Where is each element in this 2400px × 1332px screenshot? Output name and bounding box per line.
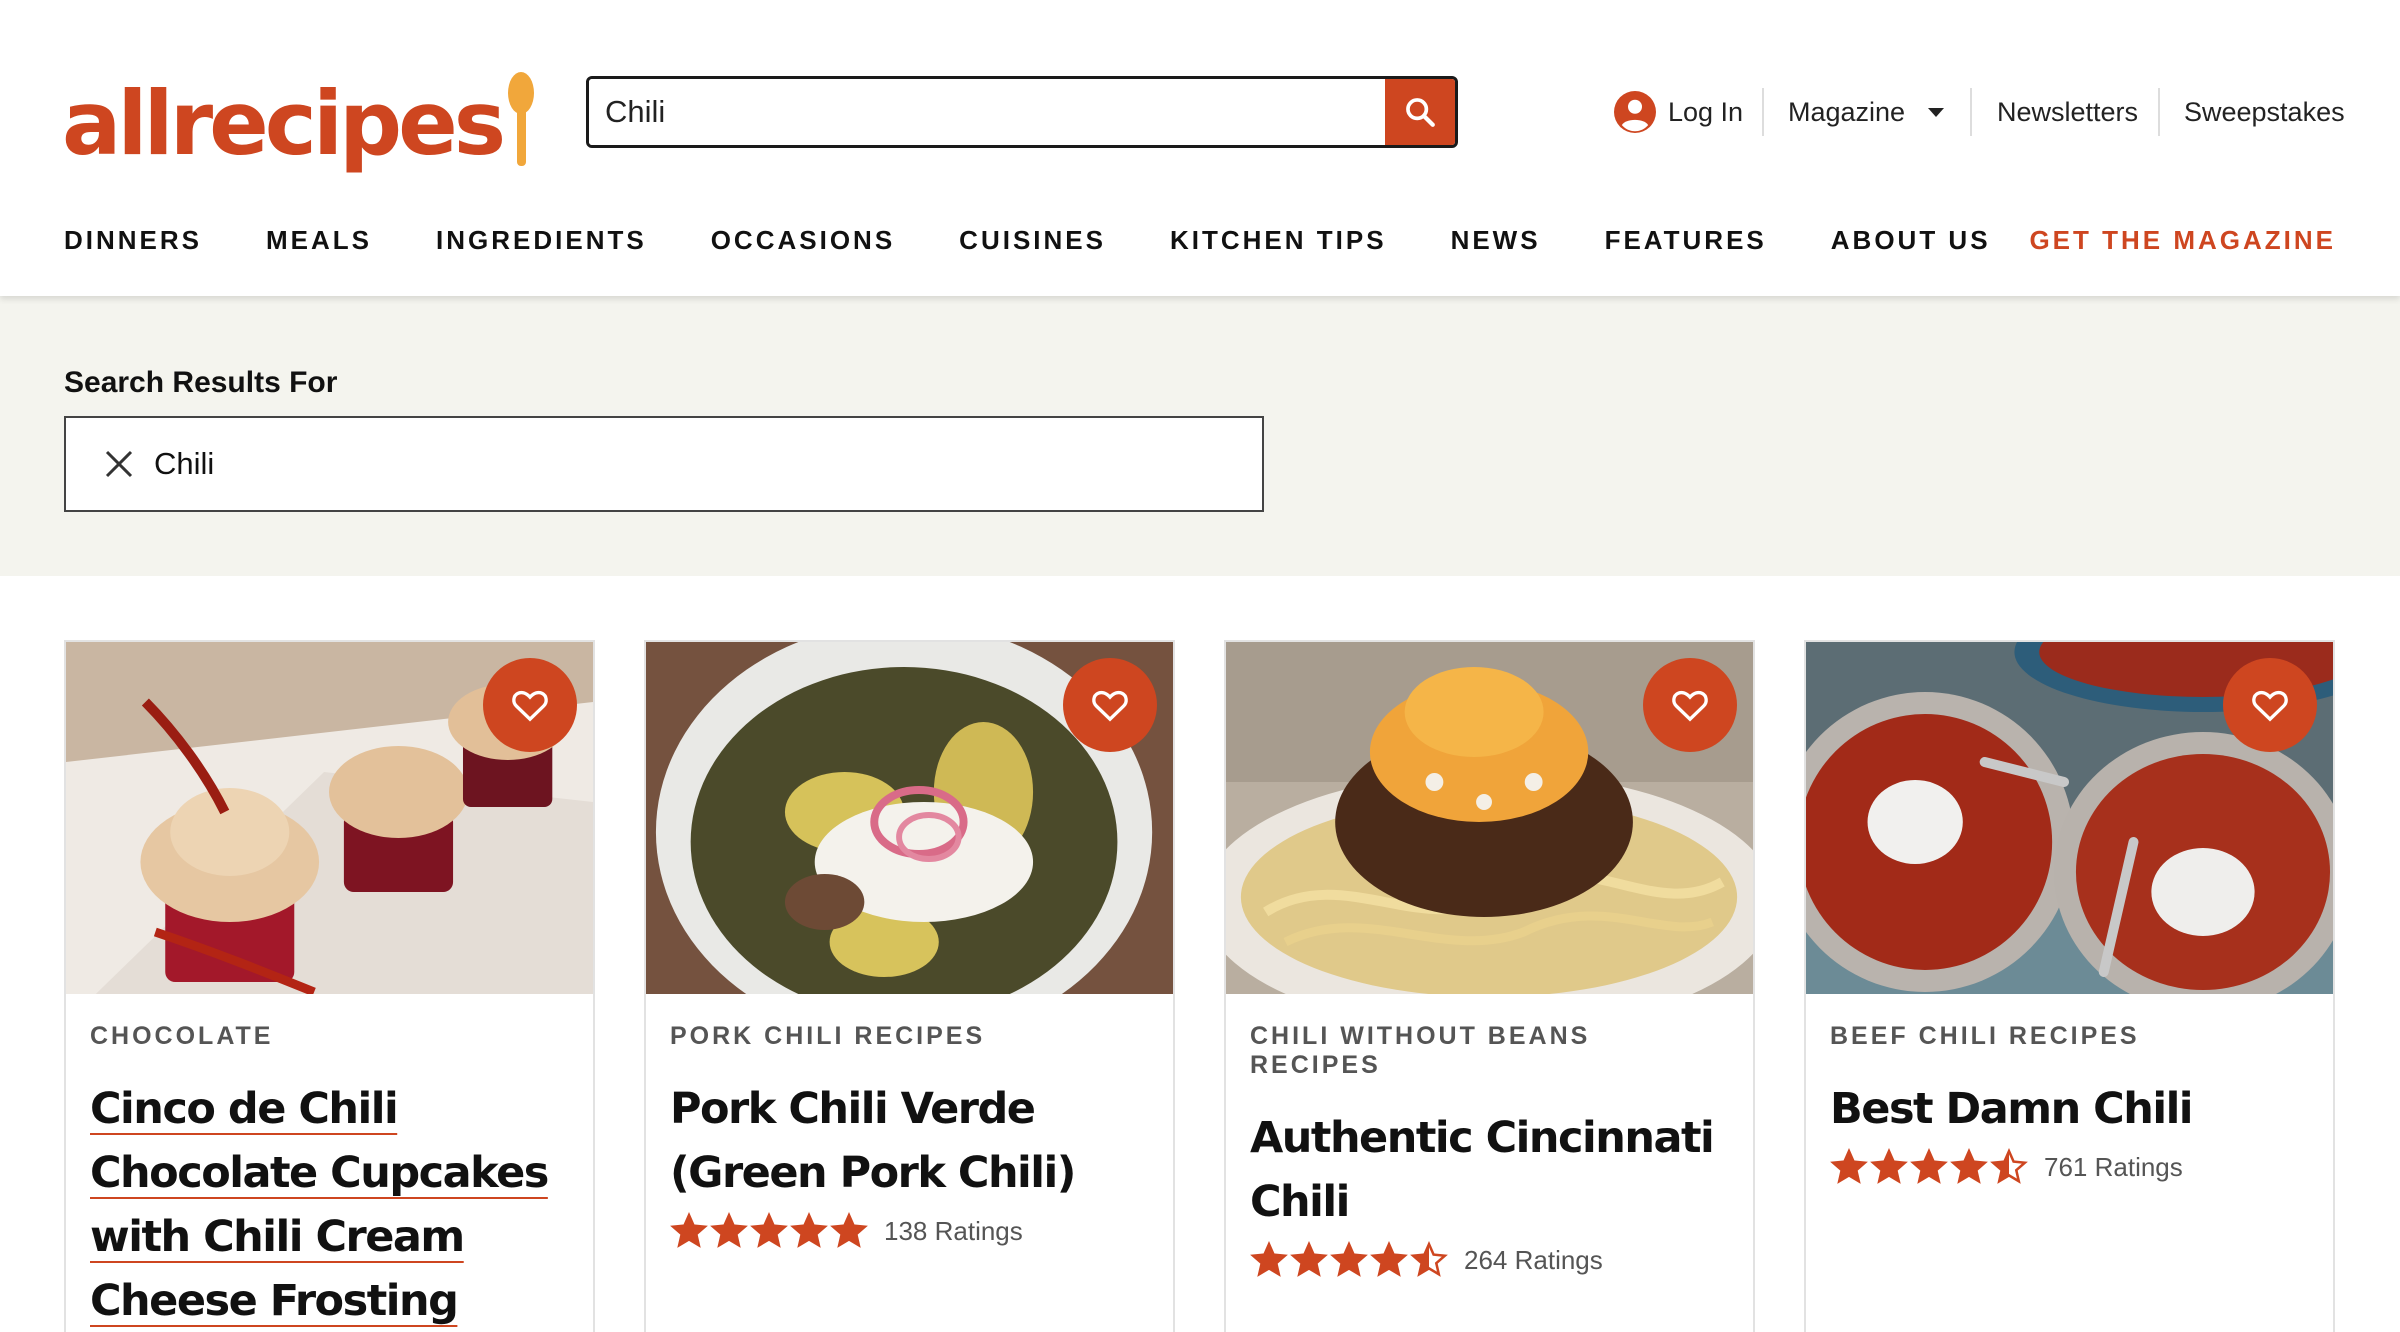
star-rating: 138 Ratings xyxy=(670,1209,1149,1253)
nav-occasions[interactable]: OCCASIONS xyxy=(711,225,895,256)
spoon-icon xyxy=(504,72,538,168)
save-favorite-button[interactable] xyxy=(1643,658,1737,752)
title-line: Pork Chili Verde xyxy=(670,1084,1036,1134)
ratings-count: 138 Ratings xyxy=(884,1215,1023,1246)
recipe-image xyxy=(1226,642,1753,994)
sweepstakes-link[interactable]: Sweepstakes xyxy=(2184,80,2345,144)
save-favorite-button[interactable] xyxy=(483,658,577,752)
ratings-count: 761 Ratings xyxy=(2044,1151,2183,1182)
logo-text: allrecipes xyxy=(62,72,506,175)
star-full-icon xyxy=(1950,1148,1988,1184)
star-full-icon xyxy=(1250,1241,1288,1277)
divider xyxy=(1762,80,1764,144)
save-favorite-button[interactable] xyxy=(2223,658,2317,752)
magazine-label: Magazine xyxy=(1788,96,1906,127)
stars xyxy=(670,1212,870,1250)
star-full-icon xyxy=(1830,1148,1868,1184)
title-line: Cinco de Chili xyxy=(90,1084,399,1134)
caret-down-icon xyxy=(1928,108,1945,117)
search-results-query-field[interactable]: Chili xyxy=(64,416,1264,512)
get-the-magazine-link[interactable]: GET THE MAGAZINE xyxy=(2029,220,2336,260)
nav-about-us[interactable]: ABOUT US xyxy=(1831,225,1991,256)
star-full-icon xyxy=(1870,1148,1908,1184)
recipe-card[interactable]: CHILI WITHOUT BEANS RECIPES Authentic Ci… xyxy=(1224,640,1755,1332)
clear-search-button[interactable] xyxy=(98,443,140,485)
heart-icon xyxy=(1092,690,1128,722)
recipe-category: BEEF CHILI RECIPES xyxy=(1830,1022,2140,1050)
star-full-icon xyxy=(830,1212,868,1248)
newsletters-label: Newsletters xyxy=(1997,96,2139,127)
heart-icon xyxy=(1672,690,1708,722)
stars xyxy=(1250,1241,1450,1279)
sweepstakes-label: Sweepstakes xyxy=(2184,96,2345,127)
recipe-card[interactable]: CHOCOLATE Cinco de Chili Chocolate Cupca… xyxy=(64,640,595,1332)
heart-icon xyxy=(2252,690,2288,722)
ratings-count: 264 Ratings xyxy=(1464,1244,1603,1275)
login-link[interactable]: Log In xyxy=(1614,80,1743,144)
search-query-text: Chili xyxy=(154,446,215,481)
recipe-image xyxy=(1806,642,2333,994)
recipe-image xyxy=(646,642,1173,994)
recipe-category: CHILI WITHOUT BEANS RECIPES xyxy=(1250,1022,1591,1079)
nav-ingredients[interactable]: INGREDIENTS xyxy=(436,225,647,256)
nav-kitchen-tips[interactable]: KITCHEN TIPS xyxy=(1170,225,1387,256)
star-full-icon xyxy=(1330,1241,1368,1277)
title-line: Chocolate Cupcakes xyxy=(90,1148,549,1198)
recipe-category: CHOCOLATE xyxy=(90,1022,274,1050)
magazine-dropdown[interactable]: Magazine xyxy=(1788,80,1945,144)
star-rating: 264 Ratings xyxy=(1250,1238,1729,1282)
title-line: Best Damn Chili xyxy=(1830,1084,2194,1134)
star-rating: 761 Ratings xyxy=(1830,1145,2309,1189)
recipe-card[interactable]: PORK CHILI RECIPES Pork Chili Verde (Gre… xyxy=(644,640,1175,1332)
nav-dinners[interactable]: DINNERS xyxy=(64,225,202,256)
divider xyxy=(1970,80,1972,144)
stars xyxy=(1830,1148,2030,1186)
user-account-icon xyxy=(1614,91,1656,133)
main-nav: DINNERS MEALS INGREDIENTS OCCASIONS CUIS… xyxy=(64,220,2055,260)
header-search-button[interactable] xyxy=(1385,79,1455,145)
star-full-icon xyxy=(750,1212,788,1248)
site-header: allrecipes Log In Magazine Newsletters xyxy=(0,0,2400,296)
star-full-icon xyxy=(1370,1241,1408,1277)
title-line: Chili xyxy=(1250,1177,1350,1227)
close-icon xyxy=(105,450,133,478)
login-label: Log In xyxy=(1668,96,1744,127)
nav-features[interactable]: FEATURES xyxy=(1605,225,1767,256)
save-favorite-button[interactable] xyxy=(1063,658,1157,752)
divider xyxy=(2158,80,2160,144)
star-half-icon xyxy=(1990,1148,2028,1184)
search-icon xyxy=(1406,98,1435,127)
nav-cuisines[interactable]: CUISINES xyxy=(959,225,1106,256)
allrecipes-logo[interactable]: allrecipes xyxy=(62,58,538,168)
star-full-icon xyxy=(710,1212,748,1248)
star-full-icon xyxy=(670,1212,708,1248)
nav-meals[interactable]: MEALS xyxy=(266,225,372,256)
newsletters-link[interactable]: Newsletters xyxy=(1997,80,2138,144)
heart-icon xyxy=(512,690,548,722)
star-half-icon xyxy=(1410,1241,1448,1277)
recipe-title[interactable]: Cinco de Chili Chocolate Cupcakes with C… xyxy=(90,1077,569,1332)
header-search-input[interactable] xyxy=(589,79,1385,145)
header-search xyxy=(586,76,1458,148)
recipe-category: PORK CHILI RECIPES xyxy=(670,1022,986,1050)
star-full-icon xyxy=(1290,1241,1328,1277)
recipe-title[interactable]: Pork Chili Verde (Green Pork Chili) xyxy=(670,1077,1149,1205)
recipe-card[interactable]: BEEF CHILI RECIPES Best Damn Chili 761 R… xyxy=(1804,640,2335,1332)
recipe-title[interactable]: Authentic Cincinnati Chili xyxy=(1250,1106,1729,1234)
star-full-icon xyxy=(1910,1148,1948,1184)
recipe-image xyxy=(66,642,593,994)
recipe-title[interactable]: Best Damn Chili xyxy=(1830,1077,2309,1141)
title-line: Cheese Frosting xyxy=(90,1276,459,1326)
title-line: with Chili Cream xyxy=(90,1212,465,1262)
title-line: Authentic Cincinnati xyxy=(1250,1113,1715,1163)
nav-news[interactable]: NEWS xyxy=(1451,225,1541,256)
title-line: (Green Pork Chili) xyxy=(670,1148,1076,1198)
search-results-heading: Search Results For xyxy=(64,366,338,399)
star-full-icon xyxy=(790,1212,828,1248)
